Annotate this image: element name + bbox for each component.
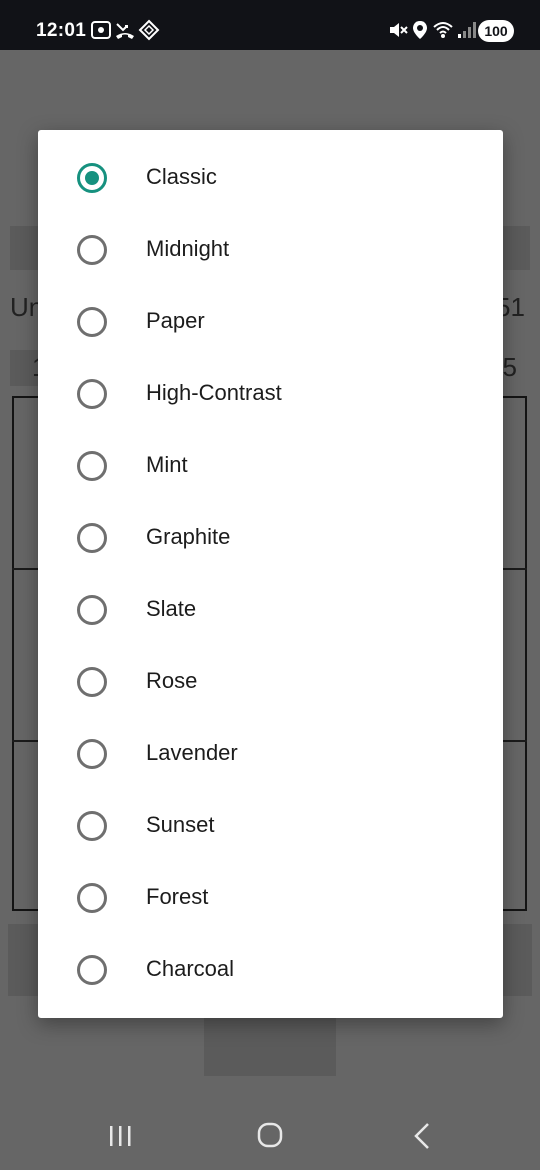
theme-option-forest[interactable]: Forest <box>38 862 503 934</box>
radio-checked-icon[interactable] <box>77 163 107 193</box>
theme-option-rose[interactable]: Rose <box>38 646 503 718</box>
theme-option-label: Forest <box>146 884 209 909</box>
theme-option-label: Charcoal <box>146 956 235 981</box>
radio-unchecked-icon[interactable] <box>77 667 107 697</box>
home-icon[interactable] <box>250 1118 290 1154</box>
status-time: 12:01 <box>36 20 87 41</box>
theme-option-paper[interactable]: Paper <box>38 286 503 358</box>
radio-unchecked-icon[interactable] <box>77 739 107 769</box>
theme-dialog: Classic Midnight Paper High-Contrast Min… <box>38 130 503 1018</box>
theme-option-sunset[interactable]: Sunset <box>38 790 503 862</box>
status-bar: 12:01 100 <box>0 0 540 50</box>
theme-option-lavender[interactable]: Lavender <box>38 718 503 790</box>
theme-option-charcoal[interactable]: Charcoal <box>38 934 503 1006</box>
radio-unchecked-icon[interactable] <box>77 523 107 553</box>
theme-option-label: High-Contrast <box>146 380 282 405</box>
theme-option-label: Classic <box>146 164 217 189</box>
theme-option-label: Paper <box>146 308 205 333</box>
theme-option-mint[interactable]: Mint <box>38 430 503 502</box>
radio-unchecked-icon[interactable] <box>77 883 107 913</box>
radio-unchecked-icon[interactable] <box>77 595 107 625</box>
back-icon[interactable] <box>402 1118 442 1154</box>
recent-apps-icon[interactable] <box>100 1118 140 1154</box>
theme-option-label: Sunset <box>146 812 215 837</box>
radio-unchecked-icon[interactable] <box>77 379 107 409</box>
radio-unchecked-icon[interactable] <box>77 307 107 337</box>
missed-call-icon <box>116 23 134 39</box>
theme-option-slate[interactable]: Slate <box>38 574 503 646</box>
signal-icon <box>458 22 476 38</box>
theme-option-label: Midnight <box>146 236 230 261</box>
location-icon <box>413 21 427 39</box>
theme-option-classic[interactable]: Classic <box>38 142 503 214</box>
app-notification-icon <box>138 19 160 41</box>
mute-icon <box>390 23 408 37</box>
theme-option-graphite[interactable]: Graphite <box>38 502 503 574</box>
radio-unchecked-icon[interactable] <box>77 235 107 265</box>
theme-option-label: Slate <box>146 596 197 621</box>
theme-option-label: Mint <box>146 452 188 477</box>
navigation-bar <box>0 1100 540 1170</box>
wifi-icon <box>433 22 453 38</box>
screenshot-icon <box>91 21 111 39</box>
theme-option-label: Graphite <box>146 524 231 549</box>
theme-option-midnight[interactable]: Midnight <box>38 214 503 286</box>
battery-indicator: 100 <box>478 20 514 42</box>
radio-unchecked-icon[interactable] <box>77 811 107 841</box>
theme-option-high-contrast[interactable]: High-Contrast <box>38 358 503 430</box>
radio-unchecked-icon[interactable] <box>77 955 107 985</box>
theme-option-label: Rose <box>146 668 198 693</box>
theme-option-label: Lavender <box>146 740 238 765</box>
radio-unchecked-icon[interactable] <box>77 451 107 481</box>
